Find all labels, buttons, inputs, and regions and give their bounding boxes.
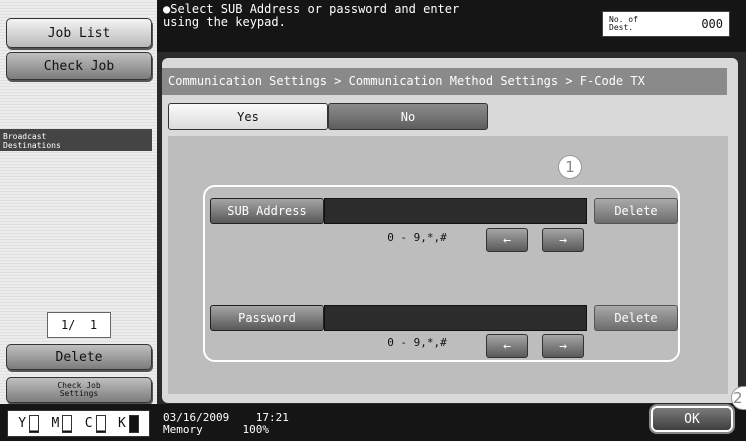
instruction-text: Select SUB Address or password and enter… [163,2,460,29]
dest-count-value: 000 [701,17,723,31]
toner-k-level [128,414,139,433]
toner-y-label: Y [18,416,27,431]
tab-no[interactable]: No [328,103,488,130]
sub-address-field[interactable] [324,198,587,224]
ok-button[interactable]: OK [651,406,733,432]
toner-c-label: C [84,416,93,431]
sub-address-delete-button[interactable]: Delete [594,198,678,224]
check-job-button[interactable]: Check Job [6,52,152,80]
password-right-arrow-button[interactable]: → [542,334,584,358]
instruction-message: ●Select SUB Address or password and ente… [163,3,583,29]
toner-levels: Y M C K [7,410,150,437]
toner-c: C [84,414,106,433]
password-field[interactable] [324,305,587,331]
toner-c-level [95,414,106,433]
dest-count-label: No. of Dest. [609,15,638,32]
arrow-right-icon: → [559,338,567,354]
check-job-settings-button[interactable]: Check Job Settings [6,377,152,403]
toner-k: K [117,414,139,433]
memory-label: Memory [163,423,203,436]
sub-address-right-arrow-button[interactable]: → [542,228,584,252]
toner-y: Y [18,414,40,433]
page-counter: 1/ 1 [47,312,111,338]
tab-yes[interactable]: Yes [168,103,328,130]
sub-address-range: 0 - 9,*,# [387,231,447,244]
breadcrumb: Communication Settings > Communication M… [162,68,727,95]
toner-m: M [51,414,73,433]
toner-y-level [29,414,40,433]
toner-m-label: M [51,416,60,431]
destination-count: No. of Dest. 000 [602,11,730,37]
password-range: 0 - 9,*,# [387,336,447,349]
toner-k-label: K [117,416,126,431]
password-left-arrow-button[interactable]: ← [486,334,528,358]
sub-address-left-arrow-button[interactable]: ← [486,228,528,252]
toner-m-level [62,414,73,433]
broadcast-destinations-header: Broadcast Destinations [0,129,152,151]
job-list-button[interactable]: Job List [6,18,152,48]
arrow-right-icon: → [559,232,567,248]
delete-button[interactable]: Delete [6,344,152,370]
callout-1: 1 [558,155,582,179]
arrow-left-icon: ← [503,338,511,354]
fcode-toggle: Yes No [168,103,488,130]
password-button[interactable]: Password [210,305,324,331]
memory-value: 100% [242,423,270,436]
password-delete-button[interactable]: Delete [594,305,678,331]
arrow-left-icon: ← [503,232,511,248]
datetime-memory: 03/16/2009 17:21 Memory 100% [163,412,323,436]
sub-address-button[interactable]: SUB Address [210,198,324,224]
